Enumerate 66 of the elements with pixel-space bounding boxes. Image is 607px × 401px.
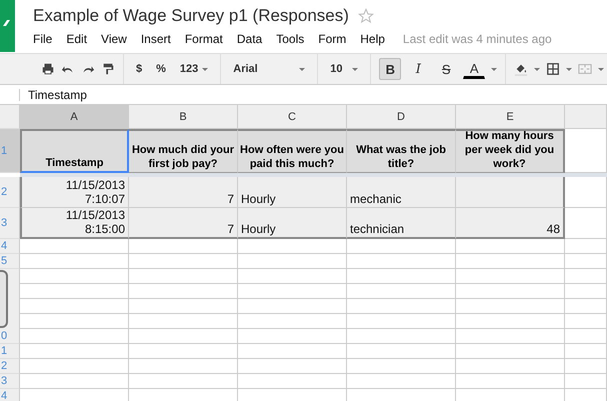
format-button[interactable]: 123 (176, 60, 212, 78)
menu-item[interactable]: Format (184, 32, 223, 46)
paint-format-icon[interactable] (101, 62, 115, 76)
table-cell (565, 208, 607, 239)
corner-cell[interactable] (0, 105, 20, 129)
table-cell (565, 344, 607, 359)
app-logo[interactable] (0, 0, 15, 52)
bold-button[interactable]: B (379, 58, 402, 80)
caret-icon[interactable] (598, 68, 604, 70)
column-header[interactable]: C (238, 105, 347, 129)
side-panel-handle[interactable] (0, 270, 8, 328)
format-button[interactable]: % (152, 60, 170, 78)
table-cell: 48 (456, 208, 565, 239)
caret-icon[interactable] (491, 68, 498, 70)
caret-icon (202, 68, 208, 70)
table-cell (565, 284, 607, 299)
document-title[interactable]: Example of Wage Survey p1 (Responses) (33, 6, 349, 26)
table-cell: technician (347, 208, 456, 239)
menu-item[interactable]: Tools (276, 32, 304, 46)
menu-item[interactable]: View (101, 32, 127, 46)
column-header[interactable]: D (347, 105, 456, 129)
menu-item[interactable]: Data (236, 32, 262, 46)
menu-item[interactable]: Edit (66, 32, 88, 46)
star-icon[interactable] (358, 8, 374, 24)
table-cell (565, 177, 607, 208)
borders-icon[interactable] (546, 62, 560, 76)
table-cell (565, 359, 607, 374)
table-cell: Hourly (238, 177, 347, 208)
font-dropdown[interactable]: Arial (229, 60, 310, 78)
menu-item[interactable]: Insert (140, 32, 171, 46)
menu-item[interactable]: Help (360, 32, 385, 46)
menu-item[interactable]: File (33, 32, 52, 46)
table-cell: 11/15/2013 7:10:07 (20, 177, 129, 208)
font-size-dropdown[interactable]: 10 (326, 60, 362, 78)
table-cell (565, 374, 607, 389)
formula-input[interactable]: Timestamp (28, 88, 87, 102)
table-cell (565, 239, 607, 254)
table-cell (565, 314, 607, 329)
table-cell: 11/15/2013 8:15:00 (20, 208, 129, 239)
header-cell: How much did your first job pay? (129, 129, 238, 173)
header-cell: What was the job title? (347, 129, 456, 173)
table-cell: Hourly (238, 208, 347, 239)
table-cell (565, 299, 607, 314)
fill-color-icon[interactable] (514, 62, 528, 76)
strike-button[interactable]: S (435, 58, 458, 80)
menu-item[interactable]: Form (318, 32, 346, 46)
header-cell: How many hours per week did you work? (456, 129, 565, 173)
table-cell (565, 254, 607, 269)
caret-icon (299, 68, 306, 70)
text-color-button[interactable]: A (463, 59, 486, 79)
column-header[interactable]: E (456, 105, 565, 129)
table-cell: 7 (129, 208, 238, 239)
table-cell (565, 269, 607, 284)
caret-icon (352, 68, 358, 70)
table-cell: mechanic (347, 177, 456, 208)
caret-icon[interactable] (566, 68, 572, 70)
italic-button[interactable]: I (407, 58, 430, 80)
header-cell: How often were you paid this much? (238, 129, 347, 173)
caret-icon[interactable] (534, 68, 540, 70)
format-button[interactable]: $ (132, 60, 146, 78)
table-cell (565, 329, 607, 344)
header-cell: Timestamp (20, 129, 129, 173)
print-icon[interactable] (41, 62, 55, 76)
column-header[interactable]: A (20, 105, 129, 129)
table-cell: 7 (129, 177, 238, 208)
column-header[interactable]: B (129, 105, 238, 129)
